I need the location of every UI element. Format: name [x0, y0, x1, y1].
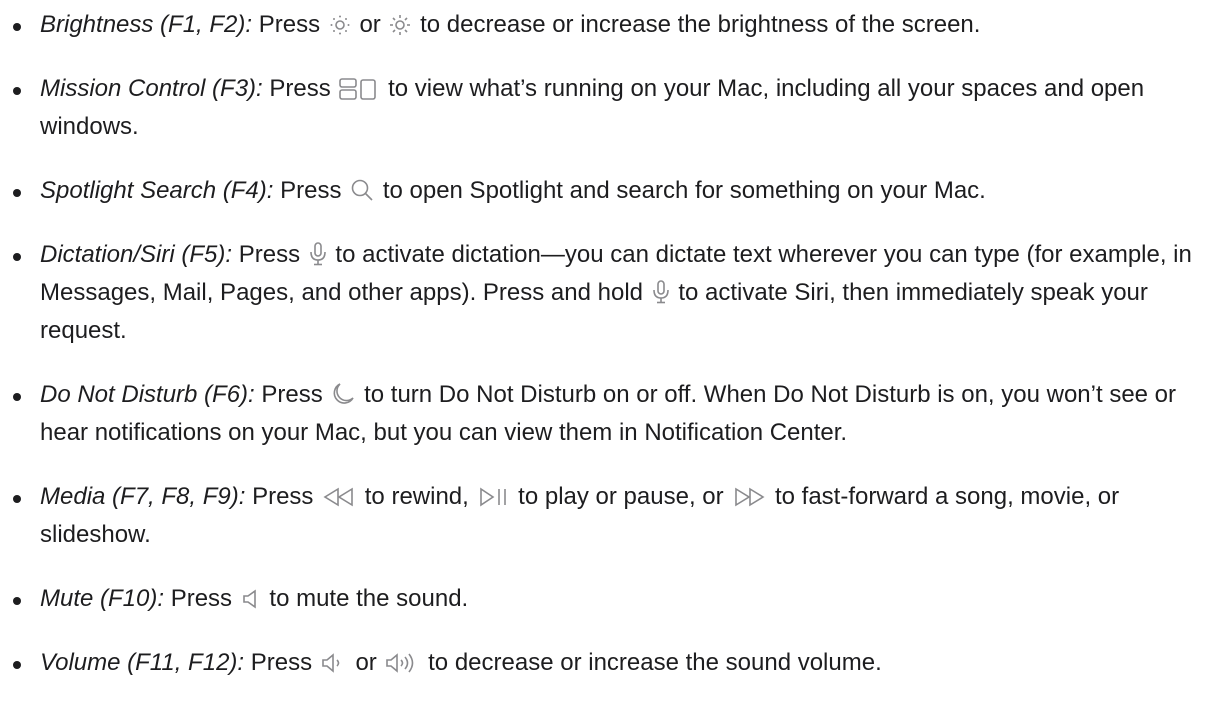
function-keys-list: Brightness (F1, F2): Press or to decreas…: [0, 6, 1226, 708]
term-dictation-siri: Dictation/Siri (F5):: [40, 241, 233, 268]
list-item-dictation-siri: Dictation/Siri (F5): Press to activate d…: [0, 236, 1226, 350]
mission-control-icon: [339, 78, 379, 100]
description-text: to decrease or increase the brightness o…: [420, 11, 981, 38]
description-text: to rewind,: [364, 483, 469, 510]
fast-forward-icon: [732, 486, 766, 508]
term-do-not-disturb: Do Not Disturb (F6):: [40, 381, 255, 408]
press-text: Press: [269, 75, 331, 102]
press-text: Press: [261, 381, 323, 408]
term-media: Media (F7, F8, F9):: [40, 483, 246, 510]
list-item-brightness: Brightness (F1, F2): Press or to decreas…: [0, 6, 1226, 44]
list-item-spotlight: Spotlight Search (F4): Press to open Spo…: [0, 172, 1226, 210]
brightness-up-icon: [389, 14, 411, 36]
term-volume: Volume (F11, F12):: [40, 649, 245, 676]
term-brightness: Brightness (F1, F2):: [40, 11, 253, 38]
list-item-mute: Mute (F10): Press to mute the sound.: [0, 580, 1226, 618]
term-mute: Mute (F10):: [40, 585, 165, 612]
connector-text: or: [355, 649, 377, 676]
press-text: Press: [250, 649, 313, 676]
microphone-icon: [309, 242, 327, 266]
connector-text: or: [359, 11, 381, 38]
list-item-mission-control: Mission Control (F3): Press to view what…: [0, 70, 1226, 146]
rewind-icon: [322, 486, 356, 508]
microphone-icon: [652, 280, 670, 304]
list-item-volume: Volume (F11, F12): Press or to decrease …: [0, 644, 1226, 682]
brightness-down-icon: [329, 14, 351, 36]
mute-icon: [241, 588, 261, 610]
press-text: Press: [280, 177, 342, 204]
description-text: to play or pause, or: [518, 483, 724, 510]
moon-icon: [331, 382, 355, 406]
press-text: Press: [258, 11, 321, 38]
press-text: Press: [170, 585, 233, 612]
description-text: to mute the sound.: [269, 585, 469, 612]
list-item-do-not-disturb: Do Not Disturb (F6): Press to turn Do No…: [0, 376, 1226, 452]
play-pause-icon: [478, 486, 510, 508]
term-spotlight: Spotlight Search (F4):: [40, 177, 274, 204]
description-text: to decrease or increase the sound volume…: [428, 649, 882, 676]
search-icon: [350, 178, 374, 202]
press-text: Press: [252, 483, 314, 510]
term-mission-control: Mission Control (F3):: [40, 75, 263, 102]
list-item-media: Media (F7, F8, F9): Press to rewind, to …: [0, 478, 1226, 554]
description-text: to open Spotlight and search for somethi…: [382, 177, 986, 204]
press-text: Press: [238, 241, 301, 268]
